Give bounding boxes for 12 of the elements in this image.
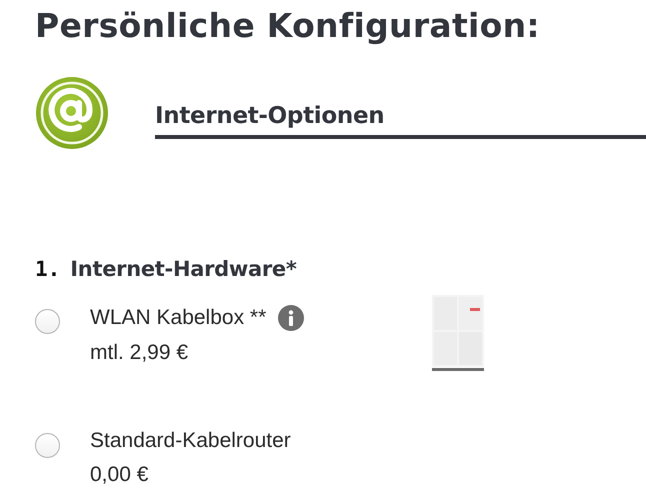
radio-button[interactable] bbox=[35, 309, 60, 334]
page-title: Persönliche Konfiguration: bbox=[35, 6, 541, 45]
option-label: WLAN Kabelbox ** bbox=[90, 306, 266, 330]
question-number: 1. bbox=[35, 257, 60, 281]
radio-button[interactable] bbox=[35, 433, 60, 458]
question-label: Internet-Hardware* bbox=[70, 257, 297, 281]
info-icon[interactable] bbox=[278, 305, 304, 331]
option-price: mtl. 2,99 € bbox=[90, 341, 190, 365]
section-title: Internet-Optionen bbox=[155, 103, 646, 139]
option-label: Standard-Kabelrouter bbox=[90, 429, 291, 453]
option-price: 0,00 € bbox=[90, 463, 150, 487]
at-sign-icon bbox=[35, 75, 109, 151]
